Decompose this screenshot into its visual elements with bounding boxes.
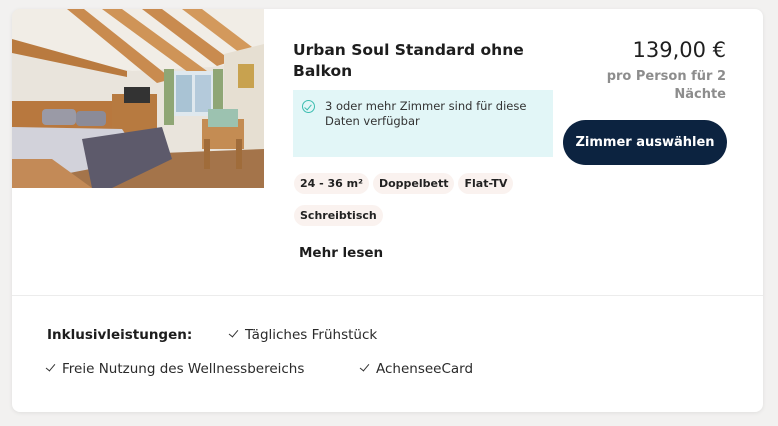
room-photo-illustration <box>12 9 264 188</box>
availability-notice: 3 oder mehr Zimmer sind für diese Daten … <box>293 90 553 157</box>
feature-chips: 24 - 36 m² Doppelbett Flat-TV Schreibtisch <box>294 172 556 236</box>
feature-chip-size: 24 - 36 m² <box>294 173 369 194</box>
read-more-link[interactable]: Mehr lesen <box>299 245 383 261</box>
availability-text: 3 oder mehr Zimmer sind für diese Daten … <box>325 99 527 128</box>
feature-chip-tv: Flat-TV <box>458 173 514 194</box>
inclusion-text: Tägliches Frühstück <box>245 327 378 343</box>
divider <box>12 295 763 296</box>
room-price: 139,00 € <box>632 38 726 62</box>
room-title: Urban Soul Standard ohne Balkon <box>293 41 524 80</box>
room-photo[interactable] <box>12 9 264 188</box>
inclusion-item-card: AchenseeCard <box>359 361 474 377</box>
checkmark-icon <box>45 361 56 372</box>
inclusions-label: Inklusivleistungen: <box>47 327 193 343</box>
check-circle-icon <box>302 100 315 113</box>
checkmark-icon <box>228 327 239 338</box>
room-card: Urban Soul Standard ohne Balkon 3 oder m… <box>12 9 763 412</box>
inclusion-text: AchenseeCard <box>376 361 474 377</box>
inclusion-text: Freie Nutzung des Wellnessbereichs <box>62 361 305 377</box>
checkmark-icon <box>359 361 370 372</box>
feature-chip-bed: Doppelbett <box>372 173 455 194</box>
select-room-button[interactable]: Zimmer auswählen <box>563 120 727 165</box>
feature-chip-desk: Schreibtisch <box>294 205 383 226</box>
inclusion-item-wellness: Freie Nutzung des Wellnessbereichs <box>45 361 305 377</box>
price-note: pro Person für 2 Nächte <box>606 69 726 102</box>
inclusion-item-breakfast: Tägliches Frühstück <box>228 327 378 343</box>
